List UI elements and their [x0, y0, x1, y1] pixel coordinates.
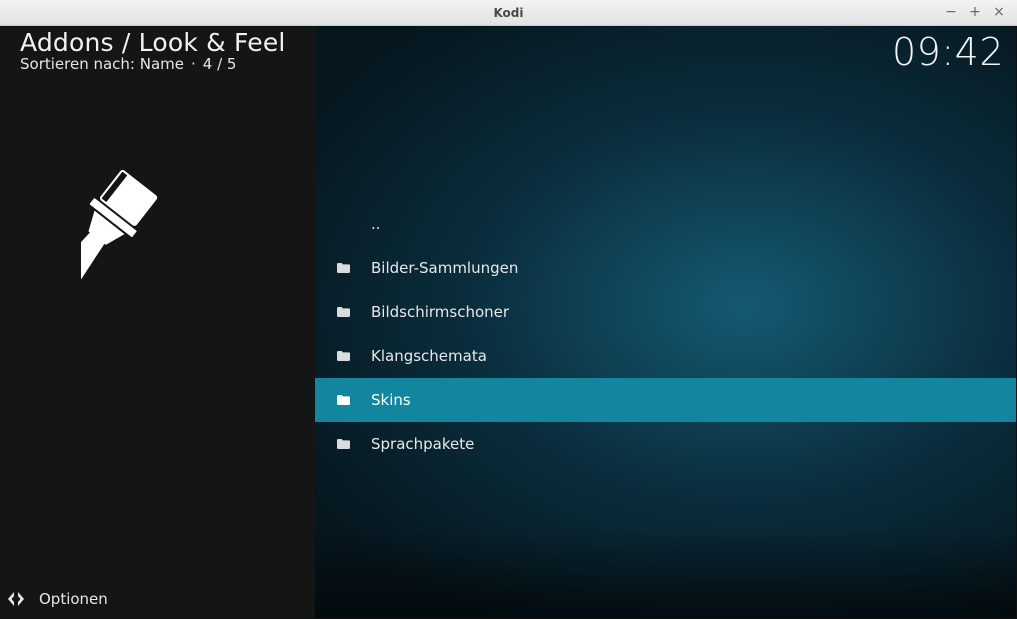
list-item-label: Klangschemata	[371, 347, 487, 365]
list-item-label: Bilder-Sammlungen	[371, 259, 519, 277]
list-item[interactable]: Sprachpakete	[315, 422, 1016, 466]
list-item-label: Sprachpakete	[371, 435, 475, 453]
minimize-button[interactable]: −	[943, 4, 959, 20]
page-title: Addons / Look & Feel	[20, 28, 286, 57]
folder-icon	[337, 395, 350, 405]
item-position: 4 / 5	[202, 55, 237, 73]
window-titlebar: Kodi − + ×	[0, 0, 1017, 26]
list-item[interactable]: Bildschirmschoner	[315, 290, 1016, 334]
kodi-app: Addons / Look & Feel Sortieren nach: Nam…	[1, 26, 1016, 618]
folder-icon	[337, 263, 350, 273]
close-button[interactable]: ×	[991, 4, 1007, 20]
folder-icon	[337, 307, 350, 317]
list-item-label: ..	[371, 215, 381, 233]
list-item[interactable]: Klangschemata	[315, 334, 1016, 378]
window-controls: − + ×	[943, 4, 1007, 20]
list-item-label: Skins	[371, 391, 411, 409]
sort-info: Sortieren nach: Name · 4 / 5	[20, 55, 236, 73]
options-button[interactable]: Optionen	[7, 587, 108, 611]
list-item[interactable]: Bilder-Sammlungen	[315, 246, 1016, 290]
list-item-label: Bildschirmschoner	[371, 303, 510, 321]
left-info-panel	[1, 26, 315, 618]
list-item-selected[interactable]: Skins	[315, 378, 1016, 422]
list-item-parent[interactable]: ..	[315, 202, 1016, 246]
sort-label[interactable]: Sortieren nach: Name	[20, 55, 184, 73]
separator: ·	[191, 55, 196, 73]
file-list: .. Bilder-Sammlungen Bildschirmschoner K…	[315, 202, 1016, 466]
paintbrush-icon	[81, 170, 158, 304]
maximize-button[interactable]: +	[967, 4, 983, 20]
options-arrows-icon	[8, 592, 24, 606]
clock: 09:42	[891, 30, 1004, 74]
options-label: Optionen	[39, 590, 108, 608]
folder-icon	[337, 351, 350, 361]
folder-icon	[337, 439, 350, 449]
window-title: Kodi	[493, 6, 524, 20]
